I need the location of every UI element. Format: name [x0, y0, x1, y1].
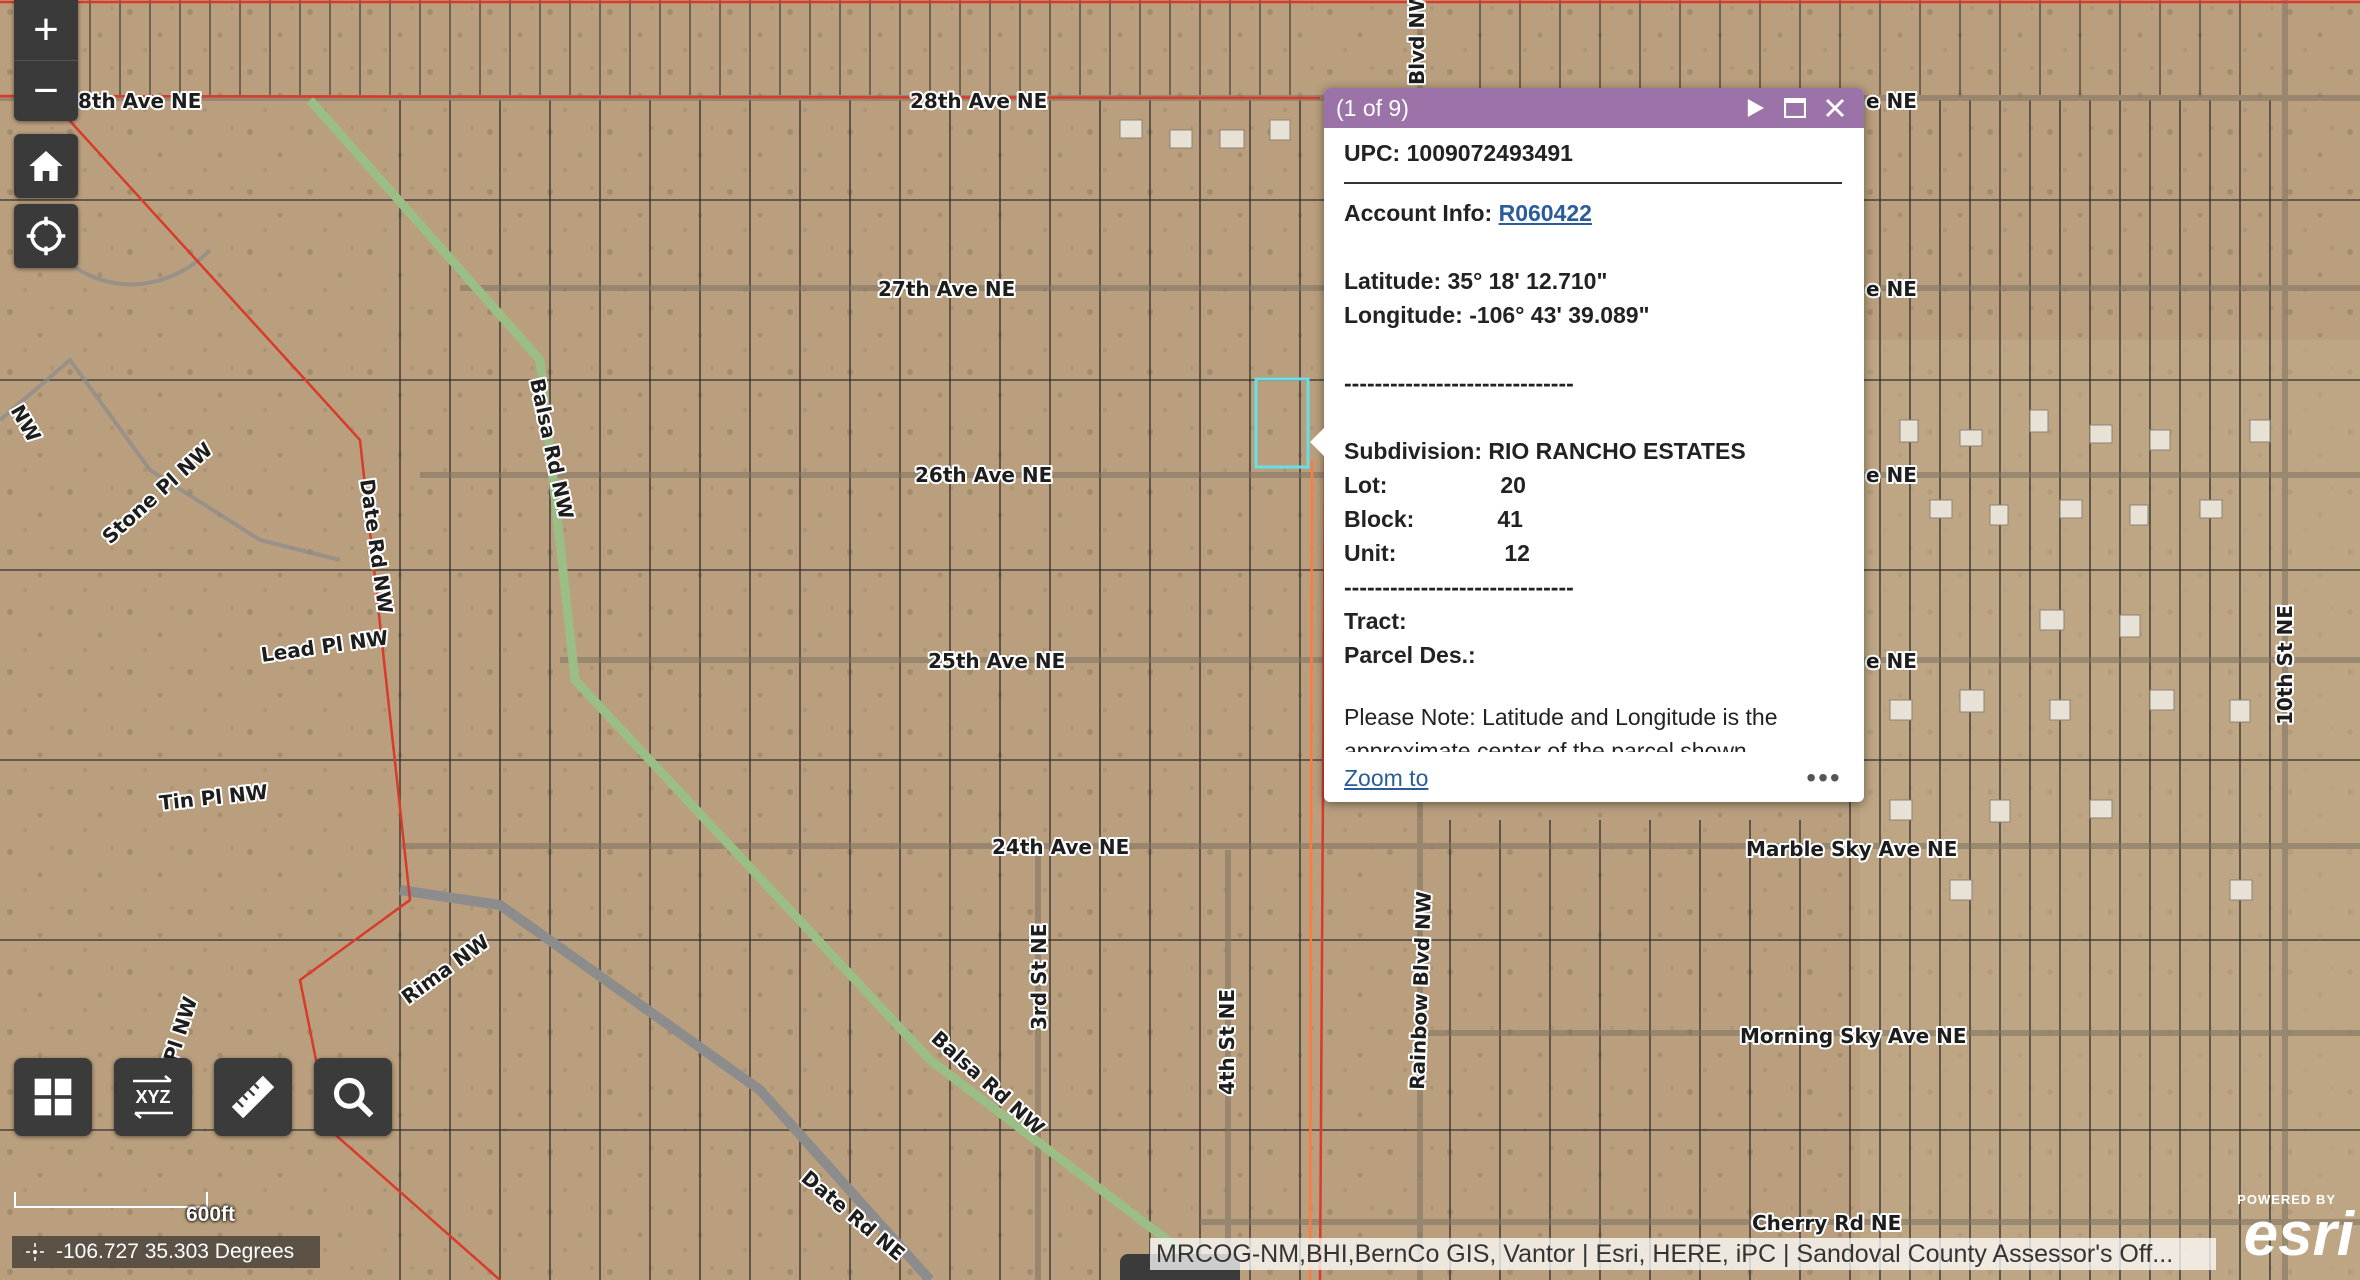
measure-button[interactable]	[214, 1058, 292, 1136]
label-3rd-st: 3rd St NE	[1027, 924, 1051, 1030]
label-ne-suffix-1: e NE	[1866, 89, 1917, 113]
parcel-popup: (1 of 9) UPC: 1009072493491 Account Info…	[1310, 88, 1864, 802]
label-10th-st: 10th St NE	[2273, 605, 2297, 725]
account-link[interactable]: R060422	[1499, 200, 1592, 226]
more-options-icon[interactable]: •••	[1804, 762, 1844, 794]
maximize-icon	[1784, 98, 1806, 118]
divider-1: ------------------------------	[1344, 370, 1574, 396]
esri-logo: POWERED BY esri	[2218, 1192, 2354, 1278]
play-icon	[1747, 99, 1764, 117]
locate-button[interactable]	[14, 204, 78, 268]
subdivision-label: Subdivision:	[1344, 438, 1482, 464]
label-ne-suffix-3: e NE	[1866, 463, 1917, 487]
lot-value: 20	[1500, 472, 1526, 498]
home-icon	[29, 151, 63, 181]
coordinate-readout[interactable]: -106.727 35.303 Degrees	[12, 1236, 320, 1268]
close-icon	[1825, 98, 1845, 118]
zoom-to-link[interactable]: Zoom to	[1344, 765, 1428, 792]
esri-wordmark: esri	[2243, 1200, 2354, 1269]
zoom-out-button[interactable]: −	[14, 60, 78, 121]
unit-value: 12	[1504, 540, 1530, 566]
label-ne-suffix-2: e NE	[1866, 277, 1917, 301]
coordinate-text: -106.727 35.303 Degrees	[56, 1240, 295, 1263]
label-rainbow-blvd-top: Blvd NW	[1405, 0, 1429, 85]
swap-arrows-icon	[133, 1075, 172, 1083]
label-4th-st: 4th St NE	[1215, 989, 1239, 1095]
popup-content[interactable]: UPC: 1009072493491 Account Info: R060422…	[1344, 128, 1844, 752]
ruler-icon	[231, 1075, 275, 1119]
lot-label: Lot:	[1344, 472, 1388, 498]
note-text-cont: approximate center of the parcel shown	[1344, 738, 1747, 752]
label-25th-ave: 25th Ave NE	[928, 649, 1065, 673]
label-24th-ave: 24th Ave NE	[992, 835, 1129, 859]
zoom-in-button[interactable]: +	[14, 0, 78, 60]
parcel-des-label: Parcel Des.:	[1344, 642, 1476, 668]
popup-footer: Zoom to •••	[1344, 754, 1844, 802]
tract-label: Tract:	[1344, 608, 1407, 634]
xyz-label: XYZ	[135, 1087, 171, 1107]
search-icon	[333, 1077, 374, 1118]
block-value: 41	[1497, 506, 1523, 532]
close-button[interactable]	[1818, 91, 1852, 125]
scale-bar	[14, 1192, 208, 1208]
label-cherry-rd: Cherry Rd NE	[1752, 1211, 1901, 1235]
latitude-label: Latitude:	[1344, 268, 1442, 294]
block-label: Block:	[1344, 506, 1415, 532]
longitude-value: -106° 43' 39.089"	[1469, 302, 1650, 328]
account-label: Account Info:	[1344, 200, 1493, 226]
basemap-gallery-button[interactable]	[14, 1058, 92, 1136]
longitude-label: Longitude:	[1344, 302, 1463, 328]
popup-pager: (1 of 9)	[1336, 94, 1409, 121]
crosshair-icon	[26, 1243, 44, 1261]
label-28th-ave: 28th Ave NE	[910, 89, 1047, 113]
search-button[interactable]	[314, 1058, 392, 1136]
title-divider	[1344, 182, 1842, 184]
locate-icon	[26, 216, 66, 256]
label-marble-sky: Marble Sky Ave NE	[1746, 837, 1957, 861]
latitude-value: 35° 18' 12.710"	[1447, 268, 1608, 294]
upc-value: 1009072493491	[1406, 140, 1573, 166]
coordinate-conversion-button[interactable]: XYZ	[114, 1058, 192, 1136]
upc-label: UPC:	[1344, 140, 1401, 166]
popup-header: (1 of 9)	[1324, 88, 1864, 128]
subdivision-value: RIO RANCHO ESTATES	[1488, 438, 1746, 464]
divider-2: ------------------------------	[1344, 574, 1574, 600]
label-26th-ave: 26th Ave NE	[915, 463, 1052, 487]
home-button[interactable]	[14, 134, 78, 198]
label-ne-suffix-4: e NE	[1866, 649, 1917, 673]
zoom-controls: + −	[14, 0, 78, 121]
label-8th-ave: 8th Ave NE	[78, 89, 201, 113]
label-morning-sky: Morning Sky Ave NE	[1740, 1024, 1967, 1048]
next-feature-button[interactable]	[1738, 91, 1772, 125]
maximize-button[interactable]	[1778, 91, 1812, 125]
unit-label: Unit:	[1344, 540, 1397, 566]
label-27th-ave: 27th Ave NE	[878, 277, 1015, 301]
swap-arrows-icon-lower	[134, 1111, 173, 1119]
note-text: Please Note: Latitude and Longitude is t…	[1344, 704, 1778, 730]
grid-icon	[34, 1078, 72, 1116]
attribution-text[interactable]: MRCOG-NM,BHI,BernCo GIS, Vantor | Esri, …	[1150, 1238, 2216, 1270]
scale-label: 600ft	[186, 1203, 236, 1226]
popup-pointer	[1310, 426, 1326, 458]
